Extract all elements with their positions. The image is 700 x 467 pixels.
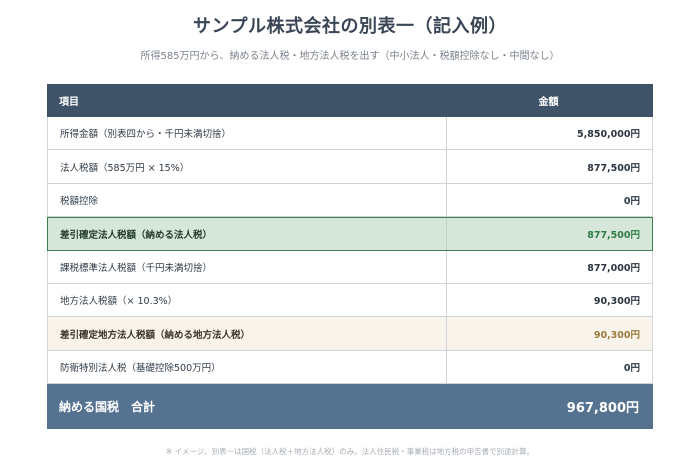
page-subtitle: 所得585万円から、納める法人税・地方法人税を出す（中小法人・税額控除なし・中間…: [0, 47, 700, 62]
tax-table: 項目 金額 所得金額（別表四から・千円未満切捨） 5,850,000円 法人税額…: [47, 84, 653, 429]
row-item: 課税標準法人税額（千円未満切捨）: [48, 251, 447, 283]
row-amount: 877,000円: [447, 251, 652, 283]
row-amount: 877,500円: [447, 218, 652, 249]
table-header: 項目 金額: [47, 84, 653, 117]
total-amount: 967,800円: [446, 384, 651, 429]
table-row-highlight-corporate-tax: 差引確定法人税額（納める法人税） 877,500円: [47, 217, 653, 250]
total-item: 納める国税 合計: [47, 384, 446, 429]
row-amount: 0円: [447, 184, 652, 216]
row-amount: 0円: [447, 351, 652, 383]
header-amount: 金額: [446, 84, 651, 117]
header-item: 項目: [47, 84, 446, 117]
row-item: 所得金額（別表四から・千円未満切捨）: [48, 117, 447, 149]
row-amount: 877,500円: [447, 150, 652, 182]
row-item: 差引確定地方法人税額（納める地方法人税）: [48, 317, 447, 349]
table-row: 税額控除 0円: [47, 184, 653, 217]
page-title: サンプル株式会社の別表一（記入例）: [0, 12, 700, 38]
table-row: 防衛特別法人税（基礎控除500万円） 0円: [47, 351, 653, 384]
table-row: 所得金額（別表四から・千円未満切捨） 5,850,000円: [47, 117, 653, 150]
row-item: 法人税額（585万円 × 15%）: [48, 150, 447, 182]
row-amount: 90,300円: [447, 317, 652, 349]
row-item: 税額控除: [48, 184, 447, 216]
row-amount: 90,300円: [447, 284, 652, 316]
row-amount: 5,850,000円: [447, 117, 652, 149]
table-total-row: 納める国税 合計 967,800円: [47, 384, 653, 429]
table-row: 課税標準法人税額（千円未満切捨） 877,000円: [47, 251, 653, 284]
row-item: 差引確定法人税額（納める法人税）: [48, 218, 447, 249]
footnote: ※ イメージ。別表一は国税（法人税＋地方法人税）のみ。法人住民税・事業税は地方税…: [0, 446, 700, 457]
row-item: 地方法人税額（× 10.3%）: [48, 284, 447, 316]
table-row: 法人税額（585万円 × 15%） 877,500円: [47, 150, 653, 183]
table-row: 地方法人税額（× 10.3%） 90,300円: [47, 284, 653, 317]
row-item: 防衛特別法人税（基礎控除500万円）: [48, 351, 447, 383]
table-row-highlight-local-tax: 差引確定地方法人税額（納める地方法人税） 90,300円: [47, 317, 653, 350]
